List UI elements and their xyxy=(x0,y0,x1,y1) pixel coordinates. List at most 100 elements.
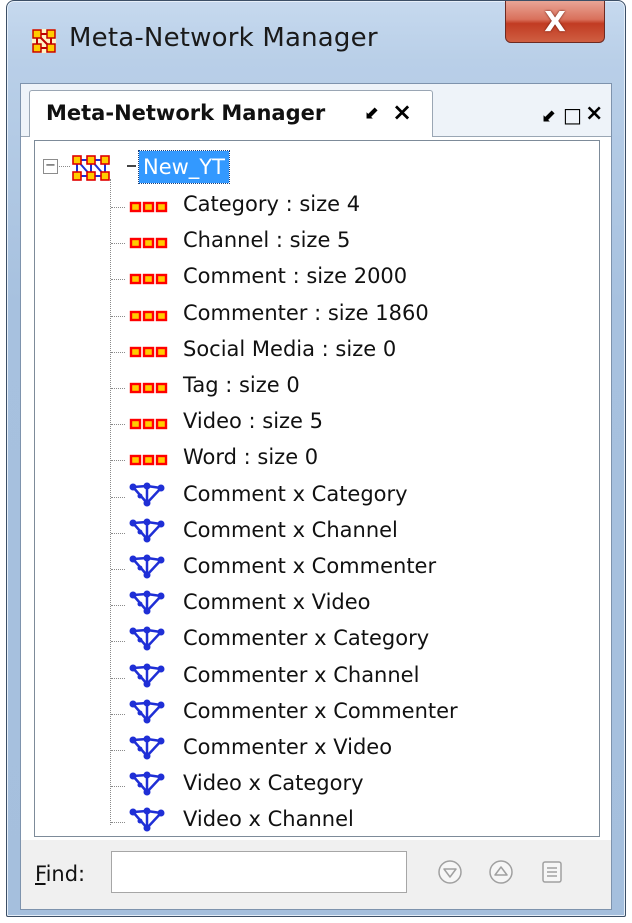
node-set-item[interactable]: Category : size 4 xyxy=(35,189,595,225)
tree-connector xyxy=(111,786,125,787)
collapse-icon[interactable]: − xyxy=(43,159,58,174)
node-set-item[interactable]: Channel : size 5 xyxy=(35,225,595,261)
node-set-icon xyxy=(129,346,168,358)
network-label: Commenter x Category xyxy=(183,626,430,650)
network-icon xyxy=(129,807,165,832)
panel-close-icon[interactable]: × xyxy=(585,101,603,126)
tree-connector xyxy=(111,243,125,244)
network-item[interactable]: Comment x Category xyxy=(35,479,595,515)
find-bar: Find: xyxy=(21,840,611,909)
network-item[interactable]: Video x Channel xyxy=(35,804,595,840)
tab-label: Meta-Network Manager xyxy=(46,101,326,125)
meta-network-tree[interactable]: − New_YT Category : size 4 Channel: siz… xyxy=(34,140,600,837)
network-item[interactable]: Comment x Channel xyxy=(35,515,595,551)
tree-connector xyxy=(111,678,125,679)
title-bar[interactable]: Meta-Network Manager X xyxy=(7,1,625,83)
tree-connector xyxy=(111,641,125,642)
tree-root-label[interactable]: New_YT xyxy=(138,150,230,184)
network-icon xyxy=(129,590,165,615)
tab-close-icon[interactable]: × xyxy=(392,98,412,126)
window-title: Meta-Network Manager xyxy=(69,23,378,53)
find-previous-icon[interactable] xyxy=(488,859,514,885)
network-item[interactable]: Video x Category xyxy=(35,768,595,804)
network-label: Comment x Commenter xyxy=(183,554,437,578)
node-set-item[interactable]: Video : size 5 xyxy=(35,406,595,442)
node-set-label: Tag : size 0 xyxy=(183,373,300,397)
find-list-icon[interactable] xyxy=(539,859,565,885)
find-input[interactable] xyxy=(111,851,407,893)
meta-network-icon xyxy=(72,155,110,181)
network-item[interactable]: Commenter x Commenter xyxy=(35,696,595,732)
tree-connector xyxy=(111,388,125,389)
network-icon xyxy=(129,699,165,724)
panel-maximize-icon[interactable]: □ xyxy=(563,103,582,127)
meta-network-manager-panel: Meta-Network Manager ⬋ × ⬋ □ × − New_YT … xyxy=(20,83,612,910)
find-label-text: ind: xyxy=(45,862,86,886)
network-icon xyxy=(129,735,165,760)
tab-meta-network-manager[interactable]: Meta-Network Manager ⬋ × xyxy=(29,90,433,137)
node-set-label: Channel : size 5 xyxy=(183,228,351,252)
tree-connector xyxy=(111,424,125,425)
node-set-icon xyxy=(129,310,168,322)
network-icon xyxy=(129,518,165,543)
tree-connector xyxy=(111,497,125,498)
network-item[interactable]: Commenter x Channel xyxy=(35,660,595,696)
node-set-item[interactable]: Tag : size 0 xyxy=(35,370,595,406)
network-label: Commenter x Commenter xyxy=(183,699,458,723)
network-item[interactable]: Commenter x Category xyxy=(35,623,595,659)
node-set-label: Video : size 5 xyxy=(183,409,324,433)
tree-connector xyxy=(111,822,125,823)
node-set-label: Commenter : size 1860 xyxy=(183,301,429,325)
node-set-item[interactable]: Commenter : size 1860 xyxy=(35,298,595,334)
find-next-icon[interactable] xyxy=(437,859,463,885)
tree-connector xyxy=(111,605,125,606)
panel-undock-icon[interactable]: ⬋ xyxy=(541,106,556,127)
network-icon xyxy=(129,626,165,651)
tree-connector xyxy=(111,533,125,534)
tree-connector xyxy=(111,316,125,317)
network-icon xyxy=(129,482,165,507)
node-set-label: Category : size 4 xyxy=(183,192,361,216)
network-item[interactable]: Commenter x Video xyxy=(35,732,595,768)
meta-network-app-icon xyxy=(32,29,56,53)
tree-connector xyxy=(111,714,125,715)
node-set-icon xyxy=(129,201,168,213)
tree-connector xyxy=(111,352,125,353)
tab-strip: Meta-Network Manager ⬋ × ⬋ □ × xyxy=(21,84,611,137)
node-set-icon xyxy=(129,382,168,394)
network-item[interactable]: Comment x Video xyxy=(35,587,595,623)
tree-connector xyxy=(127,165,136,167)
tree-connector xyxy=(111,207,125,208)
find-label: Find: xyxy=(35,862,85,886)
window-close-button[interactable]: X xyxy=(505,1,605,43)
node-set-icon xyxy=(129,237,168,249)
find-label-accelerator: F xyxy=(35,862,46,886)
node-set-item[interactable]: Comment : size 2000 xyxy=(35,261,595,297)
tree-connector xyxy=(111,750,125,751)
node-set-label: Social Media : size 0 xyxy=(183,337,397,361)
node-set-icon xyxy=(129,454,168,466)
tree-connector xyxy=(111,569,125,570)
network-label: Video x Channel xyxy=(183,807,354,831)
tab-undock-icon[interactable]: ⬋ xyxy=(364,103,379,124)
node-set-label: Word : size 0 xyxy=(183,445,319,469)
network-label: Comment x Video xyxy=(183,590,371,614)
app-window: Meta-Network Manager X Meta-Network Mana… xyxy=(6,0,626,917)
network-icon xyxy=(129,771,165,796)
network-item[interactable]: Comment x Commenter xyxy=(35,551,595,587)
node-set-item[interactable]: Word : size 0 xyxy=(35,442,595,478)
tree-connector xyxy=(111,279,125,280)
node-set-icon xyxy=(129,273,168,285)
network-label: Comment x Channel xyxy=(183,518,398,542)
network-label: Comment x Category xyxy=(183,482,408,506)
tree-connector xyxy=(111,460,125,461)
network-label: Commenter x Video xyxy=(183,735,393,759)
network-label: Commenter x Channel xyxy=(183,663,420,687)
network-icon xyxy=(129,554,165,579)
network-icon xyxy=(129,663,165,688)
node-set-icon xyxy=(129,418,168,430)
node-set-label: Comment : size 2000 xyxy=(183,264,408,288)
network-label: Video x Category xyxy=(183,771,364,795)
node-set-item[interactable]: Social Media : size 0 xyxy=(35,334,595,370)
close-icon: X xyxy=(544,5,566,38)
